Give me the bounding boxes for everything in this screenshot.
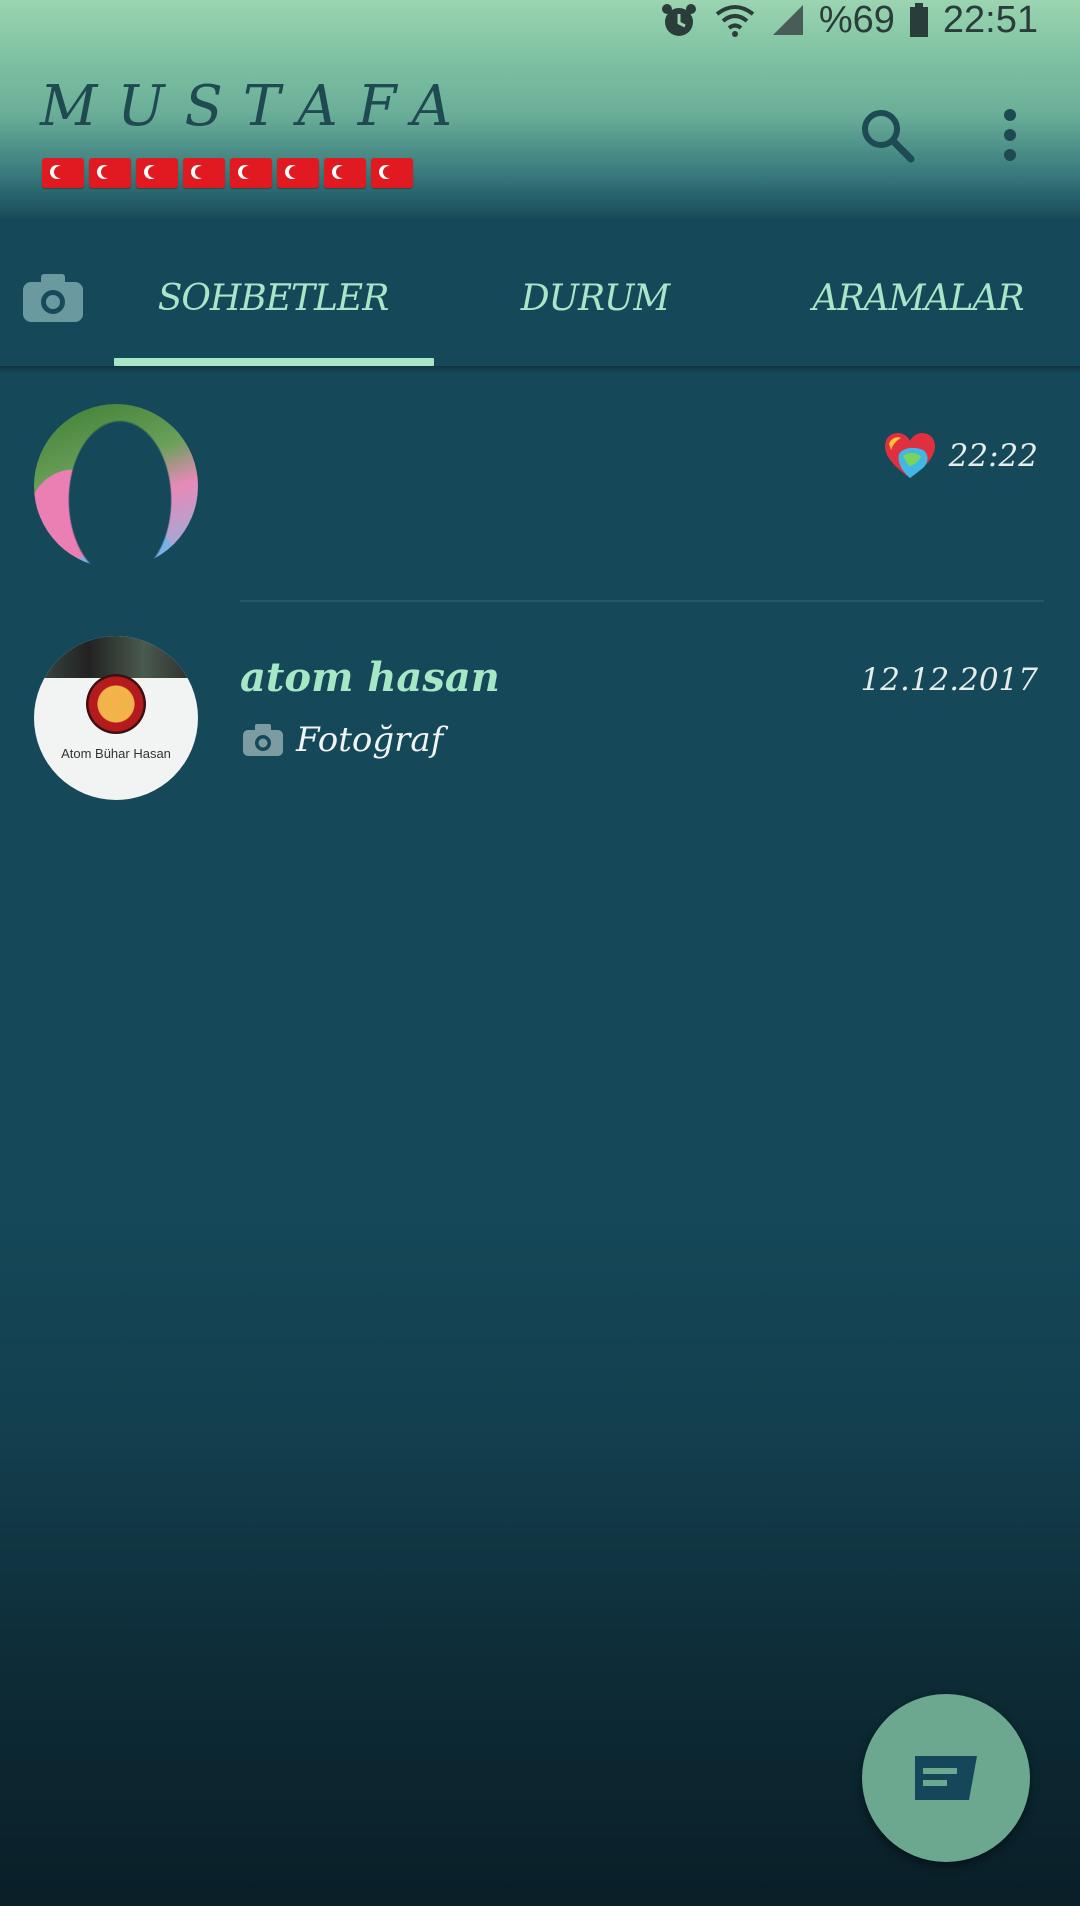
- list-divider: [240, 600, 1044, 602]
- battery-icon: [909, 3, 929, 37]
- chat-time-group: 12.12.2017: [861, 662, 1039, 698]
- chat-last-message: Fotoğraf: [242, 720, 443, 760]
- status-time: 22:51: [942, 0, 1038, 41]
- tab-chats[interactable]: SOHBETLER: [112, 228, 434, 368]
- more-options-button[interactable]: [990, 100, 1030, 170]
- new-chat-button[interactable]: [862, 1694, 1030, 1862]
- battery-percent: %69: [818, 0, 895, 41]
- wifi-icon: [713, 2, 757, 38]
- more-vertical-icon: [1004, 109, 1016, 161]
- app-title: MUSTAFA: [40, 74, 473, 139]
- tab-bar-shadow: [0, 366, 1080, 374]
- turkish-flag-icon: [42, 158, 84, 188]
- chat-message-text: Fotoğraf: [296, 720, 444, 760]
- active-tab-indicator: [114, 358, 434, 366]
- tab-camera[interactable]: [18, 268, 88, 328]
- camera-icon: [23, 274, 83, 322]
- turkish-flag-icon: [277, 158, 319, 188]
- new-chat-icon: [915, 1756, 977, 1800]
- chat-time-group: 22:22: [883, 432, 1038, 480]
- turkish-flag-icon: [136, 158, 178, 188]
- search-button[interactable]: [852, 100, 922, 170]
- search-icon: [862, 110, 915, 163]
- avatar-banner: [34, 636, 198, 678]
- heart-icon: [884, 433, 935, 478]
- chat-name: atom hasan: [240, 654, 500, 701]
- avatar-logo: [86, 674, 146, 734]
- turkish-flag-icon: [183, 158, 225, 188]
- chat-time: 12.12.2017: [860, 662, 1039, 698]
- status-bar: %69 22:51: [600, 0, 1080, 41]
- tab-status[interactable]: DURUM: [434, 228, 756, 368]
- avatar[interactable]: Atom Bühar Hasan: [34, 636, 198, 800]
- chat-time: 22:22: [948, 438, 1038, 474]
- turkish-flag-icon: [324, 158, 366, 188]
- turkish-flag-icon: [371, 158, 413, 188]
- turkish-flag-icon: [89, 158, 131, 188]
- alarm-icon: [659, 0, 699, 40]
- avatar-caption: Atom Bühar Hasan: [61, 746, 171, 761]
- turkish-flags: [42, 158, 413, 188]
- tab-calls[interactable]: ARAMALAR: [756, 228, 1080, 368]
- signal-icon: [771, 3, 805, 37]
- tab-bar: SOHBETLER DURUM ARAMALAR: [0, 228, 1080, 368]
- chat-list-item[interactable]: Atom Bühar Hasan atom hasan 12.12.2017 F…: [0, 624, 1080, 844]
- chat-list-item[interactable]: 22:22: [0, 392, 1080, 612]
- turkish-flag-icon: [230, 158, 272, 188]
- camera-icon: [243, 724, 283, 756]
- avatar[interactable]: [34, 404, 198, 568]
- app-header: %69 22:51 MUSTAFA: [0, 0, 1080, 220]
